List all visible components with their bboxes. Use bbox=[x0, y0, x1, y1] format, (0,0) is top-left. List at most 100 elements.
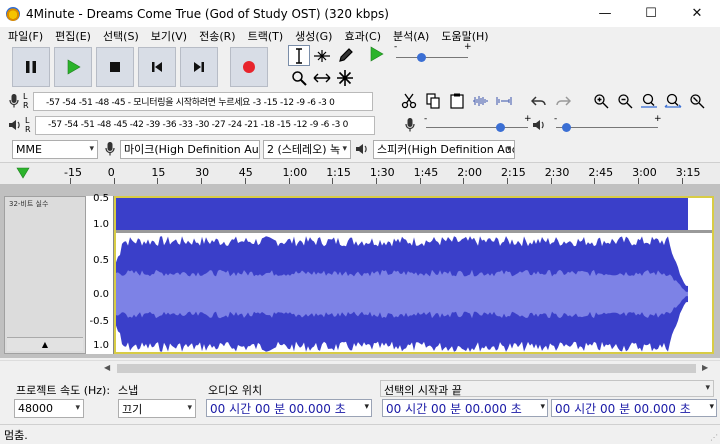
undo-icon bbox=[531, 96, 546, 106]
timeline-tick-label: 15 bbox=[151, 166, 166, 179]
menu-generate[interactable]: 생성(G) bbox=[289, 28, 338, 44]
fit-selection-button[interactable] bbox=[638, 90, 660, 112]
record-volume-slider[interactable] bbox=[426, 127, 528, 128]
play-button[interactable] bbox=[54, 47, 92, 87]
amplitude-scale: 0.5 1.0 0.5 0.0 -0.5 1.0 bbox=[86, 193, 114, 354]
resize-grip-icon[interactable]: ⋰ bbox=[710, 433, 718, 442]
audio-position-value: 00 시간 00 분 00.000 초 bbox=[210, 401, 346, 416]
title-bar: 4Minute - Dreams Come True (God of Study… bbox=[0, 0, 720, 27]
paste-icon bbox=[450, 93, 464, 109]
lr-label-record: L R bbox=[23, 92, 29, 110]
project-rate-value: 48000 bbox=[18, 402, 53, 415]
redo-button[interactable] bbox=[552, 90, 574, 112]
timeline-ruler[interactable]: -15 0 15 30 45 1:00 1:15 1:30 1:45 2:00 2:15 2:30 2:… bbox=[0, 162, 720, 184]
play-icon bbox=[67, 59, 81, 75]
copy-icon bbox=[426, 93, 440, 109]
play-at-speed-button[interactable] bbox=[368, 46, 384, 65]
horizontal-scrollbar[interactable]: ◀ ▶ bbox=[0, 360, 720, 376]
minimize-button[interactable]: — bbox=[582, 0, 628, 27]
recording-device-select[interactable]: 마이크(High Definition Aud bbox=[120, 139, 260, 159]
zoom-toggle-button[interactable] bbox=[686, 90, 708, 112]
fit-project-button[interactable] bbox=[662, 90, 684, 112]
timeline-tick-label: 1:45 bbox=[413, 166, 439, 179]
silence-button[interactable] bbox=[494, 90, 516, 112]
recording-meter-row: L R -57 -54 -51 -48 -45 - 모니터링을 시작하려면 누르… bbox=[8, 91, 373, 111]
selection-tool[interactable] bbox=[288, 45, 310, 66]
menu-file[interactable]: 파일(F) bbox=[2, 28, 49, 44]
selection-end-value: 00 시간 00 분 00.000 초 bbox=[555, 401, 691, 416]
record-volume-thumb[interactable] bbox=[496, 123, 505, 132]
menu-transport[interactable]: 전송(R) bbox=[193, 28, 241, 44]
trim-button[interactable] bbox=[470, 90, 492, 112]
track-collapse-button[interactable]: ▲ bbox=[7, 337, 83, 351]
time-shift-tool[interactable] bbox=[311, 67, 333, 88]
selection-mode-select[interactable]: ▾ bbox=[380, 380, 714, 397]
record-button[interactable] bbox=[230, 47, 268, 87]
speaker-icon[interactable] bbox=[8, 118, 22, 132]
scroll-left-icon[interactable]: ◀ bbox=[104, 363, 110, 372]
chevron-down-icon: ▾ bbox=[364, 402, 369, 412]
audio-position-label: 오디오 위치 bbox=[208, 384, 263, 397]
skip-to-end-button[interactable] bbox=[180, 47, 218, 87]
menu-bar: 파일(F) 편집(E) 선택(S) 보기(V) 전송(R) 트랙(T) 생성(G… bbox=[0, 27, 720, 45]
close-button[interactable]: ✕ bbox=[674, 0, 720, 27]
menu-tracks[interactable]: 트랙(T) bbox=[242, 28, 290, 44]
scroll-right-icon[interactable]: ▶ bbox=[702, 363, 708, 372]
project-rate-select[interactable]: 48000 ▾ bbox=[14, 399, 84, 418]
skip-to-start-button[interactable] bbox=[138, 47, 176, 87]
menu-edit[interactable]: 편집(E) bbox=[49, 28, 97, 44]
copy-button[interactable] bbox=[422, 90, 444, 112]
undo-button[interactable] bbox=[528, 90, 550, 112]
paste-button[interactable] bbox=[446, 90, 468, 112]
scroll-thumb[interactable] bbox=[117, 364, 696, 373]
snap-select[interactable]: 끄기 ▾ bbox=[118, 399, 196, 418]
multi-tool[interactable] bbox=[334, 67, 356, 88]
playback-meter[interactable]: -57 -54 -51 -48 -45 -42 -39 -36 -33 -30 … bbox=[35, 115, 375, 135]
menu-effect[interactable]: 효과(C) bbox=[338, 28, 387, 44]
recording-channels-select[interactable]: 2 (스테레오) 녹 ▾ bbox=[263, 139, 351, 159]
envelope-icon bbox=[314, 49, 330, 62]
audio-host-select[interactable]: MME ▾ bbox=[12, 139, 98, 159]
record-icon bbox=[243, 61, 255, 73]
zoom-out-button[interactable] bbox=[614, 90, 636, 112]
maximize-button[interactable]: ☐ bbox=[628, 0, 674, 27]
envelope-tool[interactable] bbox=[311, 45, 333, 66]
play-volume-slider[interactable] bbox=[556, 127, 658, 128]
zoom-fit-icon bbox=[664, 93, 682, 108]
menu-select[interactable]: 선택(S) bbox=[97, 28, 145, 44]
track-control-panel[interactable]: 32-비트 실수 ▲ bbox=[4, 196, 86, 354]
timeline-tick-label: 45 bbox=[238, 166, 253, 179]
audio-position-field[interactable]: 00 시간 00 분 00.000 초 ▾ bbox=[206, 399, 372, 417]
chevron-down-icon: ▾ bbox=[75, 403, 80, 413]
selection-start-value: 00 시간 00 분 00.000 초 bbox=[386, 401, 522, 416]
play-volume-minus: - bbox=[554, 114, 558, 124]
scale-label: -0.5 bbox=[89, 316, 109, 327]
timeline-tick-label: 2:15 bbox=[501, 166, 526, 179]
playback-device-value: 스피커(High Definition Aud bbox=[377, 143, 515, 156]
selection-end-field[interactable]: 00 시간 00 분 00.000 초 ▾ bbox=[551, 399, 717, 417]
recording-meter[interactable]: -57 -54 -51 -48 -45 - 모니터링을 시작하려면 누르세요 -… bbox=[33, 91, 373, 111]
zoom-toggle-icon bbox=[690, 94, 705, 109]
snap-label: 스냅 bbox=[118, 384, 139, 397]
selection-start-field[interactable]: 00 시간 00 분 00.000 초 ▾ bbox=[382, 399, 548, 417]
speaker-volume-icon bbox=[533, 120, 544, 130]
stop-button[interactable] bbox=[96, 47, 134, 87]
pencil-icon bbox=[339, 47, 353, 62]
play-speed-thumb[interactable] bbox=[417, 53, 426, 62]
zoom-in-button[interactable] bbox=[590, 90, 612, 112]
play-volume-thumb[interactable] bbox=[562, 123, 571, 132]
play-speed-slider[interactable] bbox=[396, 57, 468, 58]
pause-button[interactable] bbox=[12, 47, 50, 87]
draw-tool[interactable] bbox=[334, 45, 356, 66]
scale-label: 1.0 bbox=[93, 340, 109, 351]
zoom-tool[interactable] bbox=[288, 67, 310, 88]
cut-button[interactable] bbox=[398, 90, 420, 112]
timeline-tick-label: 2:00 bbox=[457, 166, 482, 179]
menu-view[interactable]: 보기(V) bbox=[145, 28, 193, 44]
silence-audio-icon bbox=[496, 97, 512, 105]
status-bar: 멈춤. ⋰ bbox=[0, 424, 720, 444]
waveform-view[interactable] bbox=[114, 196, 714, 354]
microphone-icon[interactable] bbox=[8, 93, 20, 109]
timeline-play-head-icon[interactable] bbox=[16, 167, 30, 179]
playback-device-select[interactable]: 스피커(High Definition Aud ▾ bbox=[373, 139, 515, 159]
